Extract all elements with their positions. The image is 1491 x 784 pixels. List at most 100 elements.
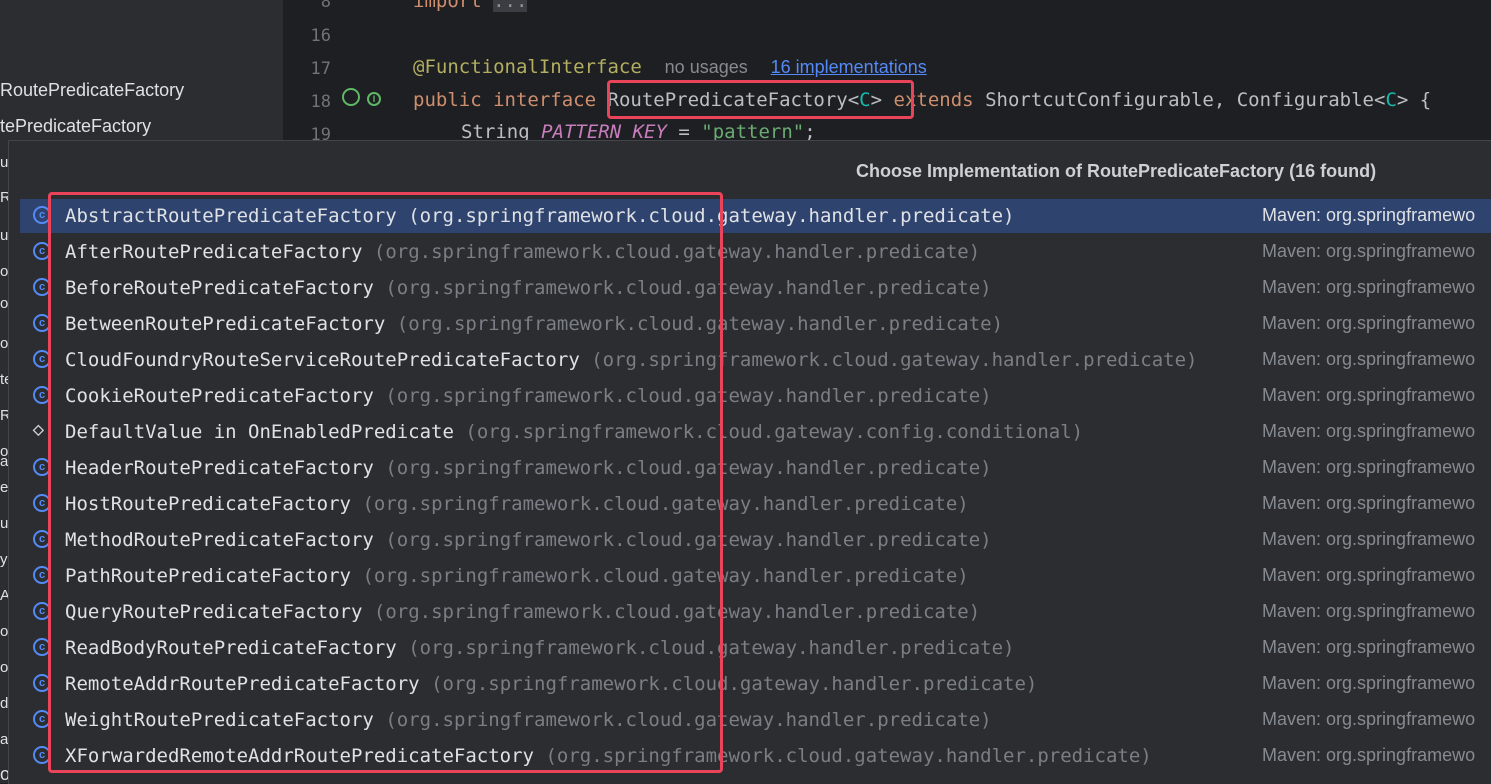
anonymous-class-icon: ◇ [33, 421, 44, 437]
implementation-row[interactable]: c PathRoutePredicateFactory (org.springfr… [20, 559, 1491, 593]
implementation-name: XForwardedRemoteAddrRoutePredicateFactor… [65, 745, 1152, 767]
usages-hint[interactable]: no usages [665, 57, 748, 77]
class-icon: c [33, 746, 51, 764]
interface-name[interactable]: RoutePredicateFactory<C> [608, 89, 883, 111]
implementation-name: PathRoutePredicateFactory (org.springfra… [65, 565, 969, 587]
functional-interface-gutter-icon[interactable]: I [367, 92, 381, 106]
class-icon: c [33, 242, 51, 260]
implementations-link[interactable]: 16 implementations [771, 57, 927, 77]
implementation-name: AfterRoutePredicateFactory (org.springfr… [65, 241, 980, 263]
library-location: Maven: org.springframewo [1262, 673, 1476, 693]
implementation-row[interactable]: c CloudFoundryRouteServiceRoutePredicateF… [20, 343, 1491, 377]
library-location: Maven: org.springframewo [1262, 241, 1476, 261]
class-icon: c [33, 350, 51, 368]
package-name: (org.springframework.cloud.gateway.handl… [385, 277, 992, 299]
implementation-name: BeforeRoutePredicateFactory (org.springf… [65, 277, 992, 299]
class-name: AfterRoutePredicateFactory [65, 241, 363, 263]
library-location: Maven: org.springframewo [1262, 529, 1476, 549]
class-name: RemoteAddrRoutePredicateFactory [65, 673, 420, 695]
line-number: 18 [310, 92, 331, 112]
implementation-row[interactable]: c RemoteAddrRoutePredicateFactory (org.sp… [20, 667, 1491, 701]
library-location: Maven: org.springframewo [1262, 385, 1476, 405]
class-name: QueryRoutePredicateFactory [65, 601, 363, 623]
class-name: CloudFoundryRouteServiceRoutePredicateFa… [65, 349, 580, 371]
class-icon: c [33, 710, 51, 728]
class-name: WeightRoutePredicateFactory [65, 709, 374, 731]
implementation-name: ReadBodyRoutePredicateFactory (org.sprin… [65, 637, 1014, 659]
implementation-name: BetweenRoutePredicateFactory (org.spring… [65, 313, 1003, 335]
library-location: Maven: org.springframewo [1262, 205, 1476, 225]
implementation-row[interactable]: c HeaderRoutePredicateFactory (org.spring… [20, 451, 1491, 485]
package-name: (org.springframework.cloud.gateway.handl… [385, 385, 992, 407]
implemented-gutter-icon[interactable] [342, 88, 360, 106]
implementation-row[interactable]: c CookieRoutePredicateFactory (org.spring… [20, 379, 1491, 413]
library-location: Maven: org.springframewo [1262, 421, 1476, 441]
library-location: Maven: org.springframewo [1262, 637, 1476, 657]
library-location: Maven: org.springframewo [1262, 745, 1476, 765]
keyword: public [413, 89, 482, 111]
implementation-name: QueryRoutePredicateFactory (org.springfr… [65, 601, 980, 623]
class-icon: c [33, 386, 51, 404]
implementation-name: DefaultValue in OnEnabledPredicate (org.… [65, 421, 1083, 443]
package-name: (org.springframework.cloud.gateway.handl… [373, 601, 981, 623]
package-name: (org.springframework.cloud.gateway.handl… [385, 709, 992, 731]
class-icon: c [33, 638, 51, 656]
implementation-row[interactable]: ◇ DefaultValue in OnEnabledPredicate (org… [20, 415, 1491, 449]
annotation: @FunctionalInterface [413, 56, 642, 78]
implementation-row[interactable]: c AfterRoutePredicateFactory (org.springf… [20, 235, 1491, 269]
implementation-row[interactable]: c QueryRoutePredicateFactory (org.springf… [20, 595, 1491, 629]
class-name: PathRoutePredicateFactory [65, 565, 351, 587]
class-icon: c [33, 206, 51, 224]
implementation-row[interactable]: c HostRoutePredicateFactory (org.springfr… [20, 487, 1491, 521]
library-location: Maven: org.springframewo [1262, 457, 1476, 477]
class-icon: c [33, 494, 51, 512]
package-name: (org.springframework.cloud.gateway.handl… [591, 349, 1198, 371]
line-number: 8 [320, 0, 331, 12]
code-line-import[interactable]: import ... [413, 0, 528, 12]
implementation-row[interactable]: c BeforeRoutePredicateFactory (org.spring… [20, 271, 1491, 305]
implementation-row[interactable]: c WeightRoutePredicateFactory (org.spring… [20, 703, 1491, 737]
project-tree-item[interactable]: RoutePredicateFactory [0, 80, 184, 101]
implementation-row[interactable]: c XForwardedRemoteAddrRoutePredicateFacto… [20, 739, 1491, 773]
implementation-name: MethodRoutePredicateFactory (org.springf… [65, 529, 992, 551]
class-name: XForwardedRemoteAddrRoutePredicateFactor… [65, 745, 534, 767]
implementation-name: RemoteAddrRoutePredicateFactory (org.spr… [65, 673, 1037, 695]
implementation-row[interactable]: c MethodRoutePredicateFactory (org.spring… [20, 523, 1491, 557]
code-line-annotation[interactable]: @FunctionalInterface no usages 16 implem… [413, 56, 927, 78]
package-name: (org.springframework.cloud.gateway.handl… [408, 205, 1015, 227]
line-number: 16 [310, 26, 331, 46]
library-location: Maven: org.springframewo [1262, 493, 1476, 513]
package-name: (org.springframework.cloud.gateway.confi… [465, 421, 1084, 443]
class-name: CookieRoutePredicateFactory [65, 385, 374, 407]
super-types: ShortcutConfigurable, Configurable< [985, 89, 1386, 111]
implementation-row[interactable]: c BetweenRoutePredicateFactory (org.sprin… [20, 307, 1491, 341]
implementation-name: CloudFoundryRouteServiceRoutePredicateFa… [65, 349, 1197, 371]
class-name: DefaultValue in OnEnabledPredicate [65, 421, 454, 443]
implementation-row[interactable]: c ReadBodyRoutePredicateFactory (org.spri… [20, 631, 1491, 665]
project-tree-item[interactable]: y [0, 551, 8, 568]
package-name: (org.springframework.cloud.gateway.handl… [408, 637, 1015, 659]
implementation-name: AbstractRoutePredicateFactory (org.sprin… [65, 205, 1014, 227]
implementation-name: WeightRoutePredicateFactory (org.springf… [65, 709, 992, 731]
library-location: Maven: org.springframewo [1262, 277, 1476, 297]
line-number: 17 [310, 59, 331, 79]
folded-imports[interactable]: ... [493, 0, 528, 12]
class-name: MethodRoutePredicateFactory [65, 529, 374, 551]
package-name: (org.springframework.cloud.gateway.handl… [385, 529, 992, 551]
package-name: (org.springframework.cloud.gateway.handl… [385, 457, 992, 479]
keyword: extends [893, 89, 974, 111]
implementation-name: CookieRoutePredicateFactory (org.springf… [65, 385, 992, 407]
code-line-declaration[interactable]: public interface RoutePredicateFactory<C… [413, 89, 1431, 111]
class-icon: c [33, 458, 51, 476]
class-name: HostRoutePredicateFactory [65, 493, 351, 515]
implementation-row[interactable]: c AbstractRoutePredicateFactory (org.spri… [20, 199, 1491, 233]
class-icon: c [33, 314, 51, 332]
package-name: (org.springframework.cloud.gateway.handl… [545, 745, 1152, 767]
package-name: (org.springframework.cloud.gateway.handl… [431, 673, 1038, 695]
popup-title: Choose Implementation of RoutePredicateF… [856, 161, 1377, 181]
library-location: Maven: org.springframewo [1262, 709, 1476, 729]
class-name: BetweenRoutePredicateFactory [65, 313, 386, 335]
package-name: (org.springframework.cloud.gateway.handl… [362, 493, 969, 515]
class-name: ReadBodyRoutePredicateFactory [65, 637, 397, 659]
project-tree-item[interactable]: tePredicateFactory [0, 116, 151, 137]
